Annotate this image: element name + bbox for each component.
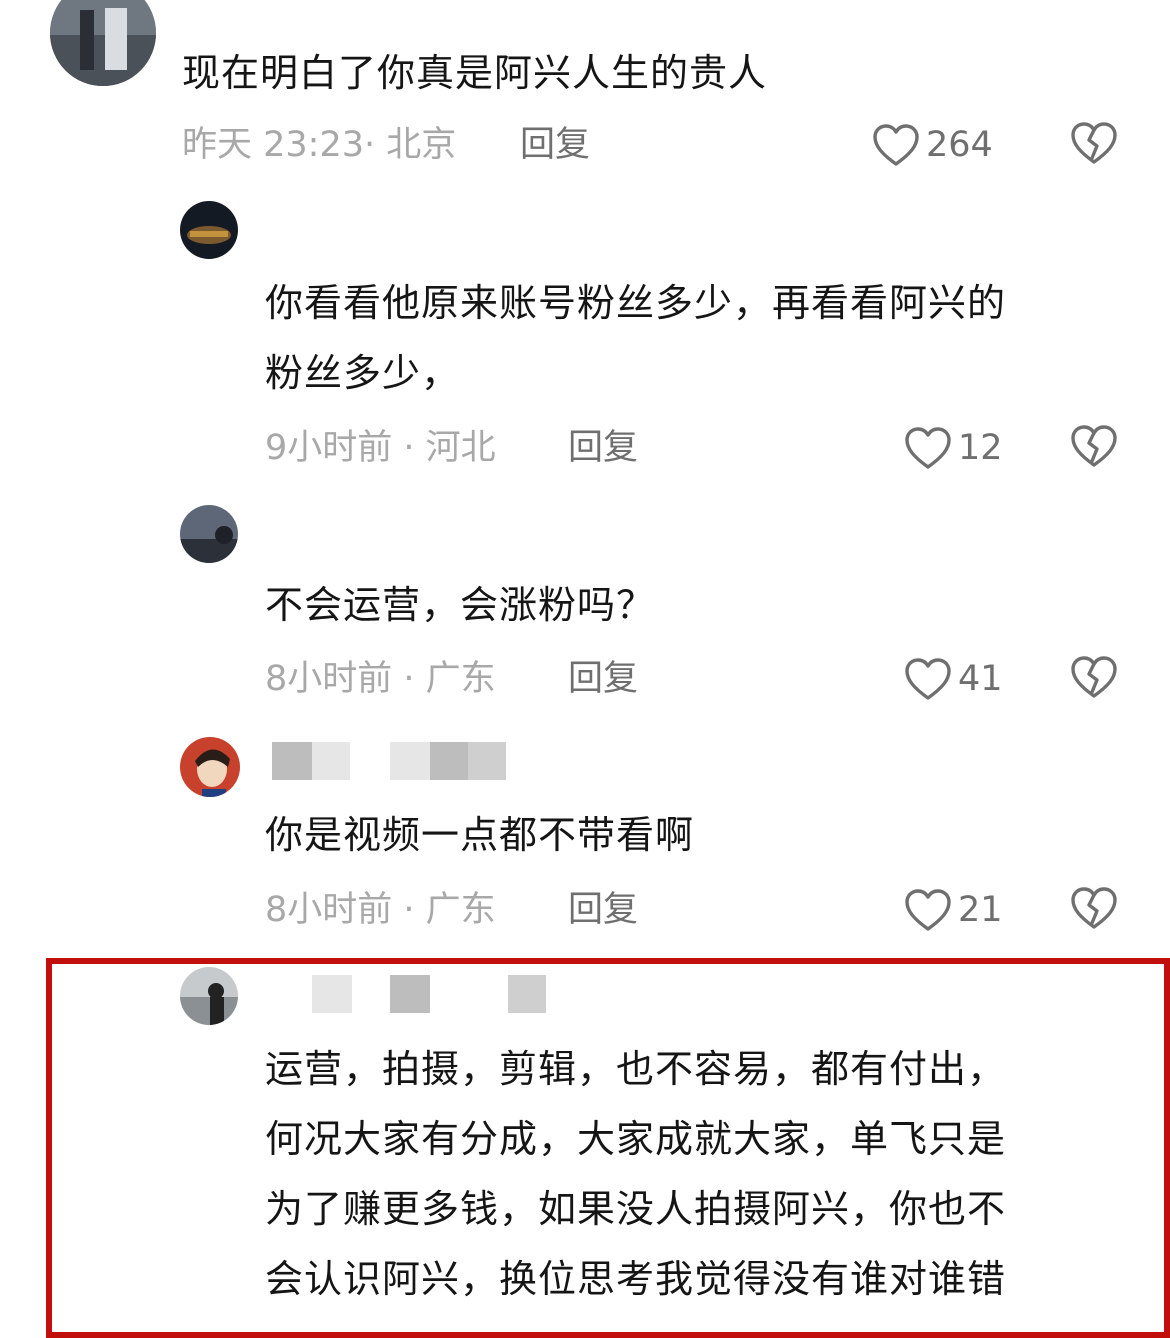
comment-meta: 昨天 23:23· 北京 bbox=[182, 125, 457, 165]
comment-text: 不会运营，会涨粉吗？ bbox=[265, 570, 655, 640]
like-count: 21 bbox=[958, 890, 1003, 930]
heart-outline-icon bbox=[904, 888, 952, 932]
comment-line: 现在明白了你真是阿兴人生的贵人 bbox=[182, 51, 768, 95]
comment-line: 你是视频一点都不带看啊 bbox=[265, 813, 695, 857]
comment-line: 不会运营，会涨粉吗？ bbox=[265, 583, 656, 627]
broken-heart-icon bbox=[1070, 885, 1118, 931]
avatar[interactable] bbox=[180, 505, 238, 563]
reply-button[interactable]: 回复 bbox=[568, 656, 638, 702]
username-redacted bbox=[312, 742, 350, 780]
username-redacted bbox=[390, 975, 430, 1013]
like-count: 264 bbox=[926, 125, 993, 165]
like-button[interactable]: 21 bbox=[904, 885, 1003, 935]
comment-line: 何况大家有分成，大家成就大家，单飞只是 bbox=[265, 1117, 1007, 1161]
avatar[interactable] bbox=[180, 737, 240, 797]
comment-line: 你看看他原来账号粉丝多少，再看看阿兴的 bbox=[265, 281, 1007, 325]
reply-button[interactable]: 回复 bbox=[520, 122, 590, 168]
broken-heart-icon bbox=[1070, 120, 1118, 166]
heart-outline-icon bbox=[904, 426, 952, 470]
dislike-button[interactable] bbox=[1070, 885, 1120, 935]
heart-outline-icon bbox=[872, 123, 920, 167]
heart-outline-icon bbox=[904, 657, 952, 701]
like-button[interactable]: 264 bbox=[872, 120, 993, 170]
comment-line: 粉丝多少， bbox=[265, 351, 461, 395]
comment-line: 为了赚更多钱，如果没人拍摄阿兴，你也不 bbox=[265, 1187, 1007, 1231]
username-redacted bbox=[430, 742, 468, 780]
like-button[interactable]: 41 bbox=[904, 654, 1003, 704]
comment-line: 运营，拍摄，剪辑，也不容易，都有付出， bbox=[265, 1047, 1007, 1091]
like-count: 12 bbox=[958, 428, 1003, 468]
comment-line: 会认识阿兴，换位思考我觉得没有谁对谁错 bbox=[265, 1257, 1007, 1301]
username-redacted bbox=[272, 742, 312, 780]
username-redacted bbox=[312, 975, 352, 1013]
broken-heart-icon bbox=[1070, 423, 1118, 469]
comment-text: 运营，拍摄，剪辑，也不容易，都有付出， 何况大家有分成，大家成就大家，单飞只是 … bbox=[265, 1034, 1006, 1314]
comment-text: 现在明白了你真是阿兴人生的贵人 bbox=[182, 38, 767, 108]
dislike-button[interactable] bbox=[1070, 654, 1120, 704]
avatar[interactable] bbox=[180, 201, 238, 259]
comment-meta: 9小时前 · 河北 bbox=[265, 428, 496, 468]
comment-text: 你是视频一点都不带看啊 bbox=[265, 800, 694, 870]
dislike-button[interactable] bbox=[1070, 423, 1120, 473]
comment-text: 你看看他原来账号粉丝多少，再看看阿兴的 粉丝多少， bbox=[265, 268, 1006, 408]
broken-heart-icon bbox=[1070, 654, 1118, 700]
reply-button[interactable]: 回复 bbox=[568, 887, 638, 933]
username-redacted bbox=[468, 742, 506, 780]
username-redacted bbox=[390, 742, 430, 780]
like-count: 41 bbox=[958, 659, 1003, 699]
username-redacted bbox=[508, 975, 546, 1013]
comment-meta: 8小时前 · 广东 bbox=[265, 890, 496, 930]
avatar[interactable] bbox=[180, 967, 238, 1025]
dislike-button[interactable] bbox=[1070, 120, 1120, 170]
comment-meta: 8小时前 · 广东 bbox=[265, 659, 496, 699]
reply-button[interactable]: 回复 bbox=[568, 425, 638, 471]
avatar[interactable] bbox=[50, 0, 156, 86]
like-button[interactable]: 12 bbox=[904, 423, 1003, 473]
